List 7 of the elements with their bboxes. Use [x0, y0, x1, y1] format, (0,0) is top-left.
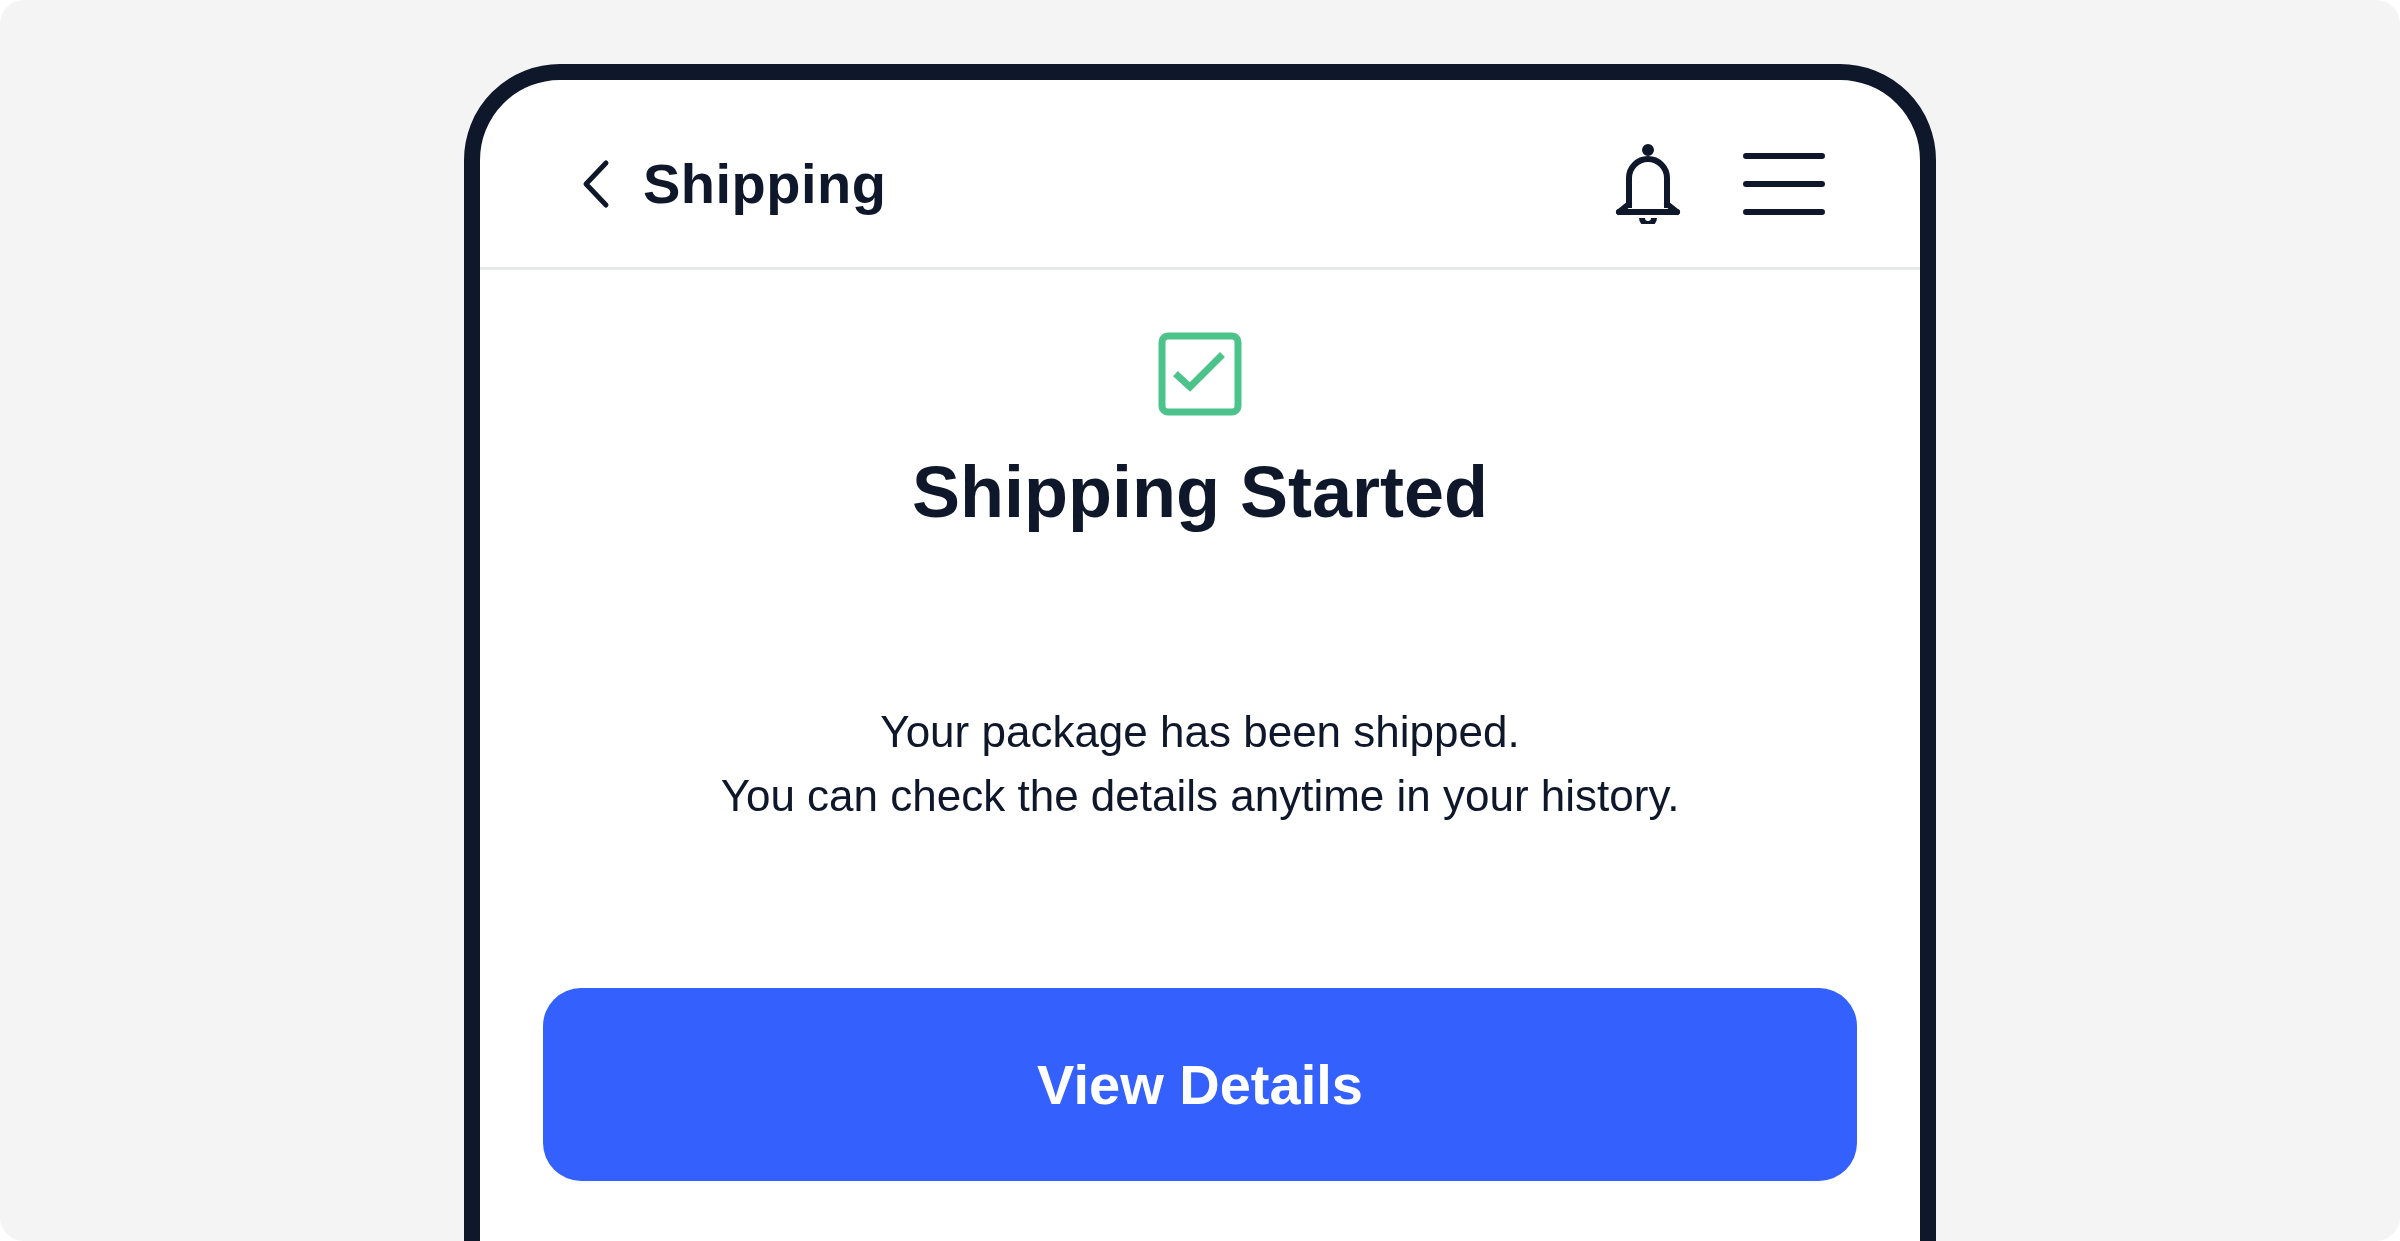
bell-icon [1615, 143, 1681, 224]
status-message: Your package has been shipped. You can check the details anytime in your history. [720, 706, 1680, 822]
page-title: Shipping [643, 150, 887, 217]
menu-icon [1743, 150, 1825, 217]
checkbox-check-icon [1158, 332, 1242, 416]
notifications-button[interactable] [1613, 141, 1683, 226]
view-details-button[interactable]: View Details [543, 988, 1857, 1181]
